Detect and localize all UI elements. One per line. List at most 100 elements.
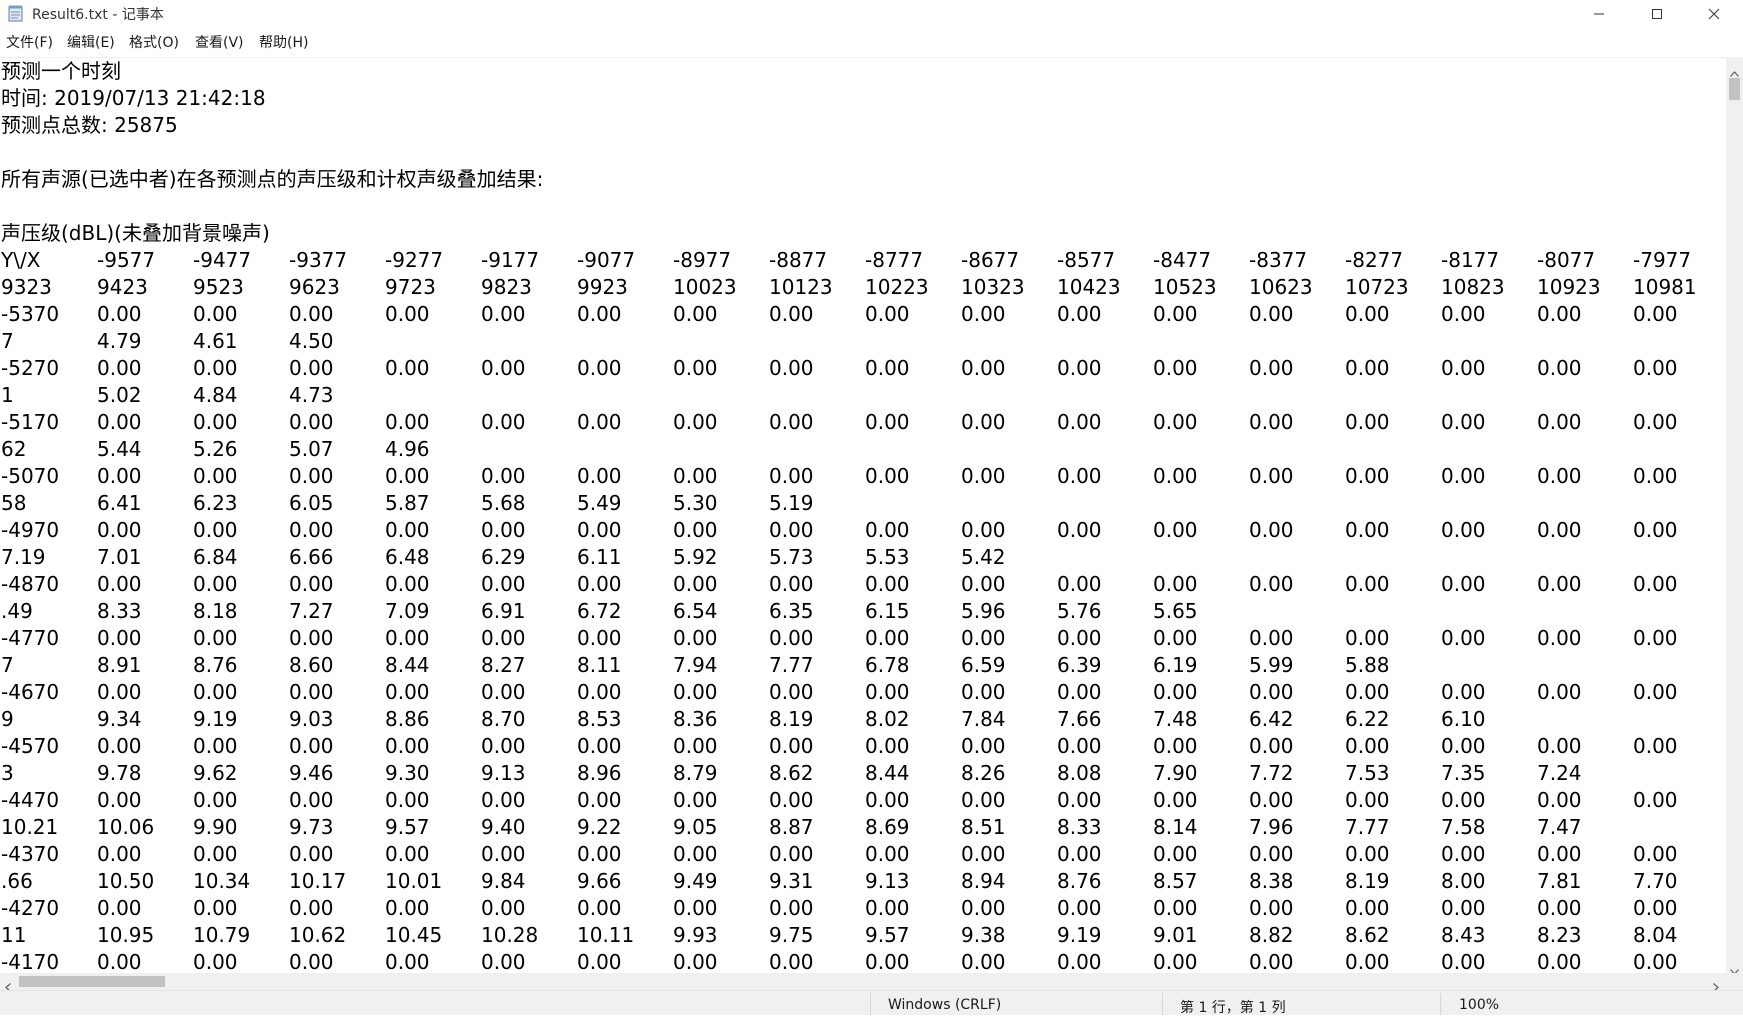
table-row: -4270 0.00 0.00 0.00 0.00 0.00 0.00 0.00 0.00 0.0… (0, 895, 1726, 922)
table-cell: 6.84 (193, 545, 238, 569)
table-cell: 0.00 (1537, 518, 1582, 542)
table-cell: 7.77 (1345, 815, 1390, 839)
table-cell: 0.00 (961, 734, 1006, 758)
close-button[interactable] (1685, 0, 1743, 28)
table-cell: 0.00 (769, 572, 814, 596)
table-cell: 8.27 (481, 653, 526, 677)
menu-edit[interactable]: 编辑(E) (67, 28, 115, 57)
menu-view[interactable]: 查看(V) (195, 28, 244, 57)
text-line: 预测点总数: 25875 (1, 113, 178, 137)
table-cell: 10423 (1057, 275, 1121, 299)
status-position: 第 1 行，第 1 列 (1180, 1000, 1286, 1016)
table-cell: 8.33 (1057, 815, 1102, 839)
table-cell: 0.00 (1249, 356, 1294, 380)
text-line: 时间: 2019/07/13 21:42:18 (1, 86, 266, 110)
table-cell: 0.00 (97, 410, 142, 434)
table-cell: 6.91 (481, 599, 526, 623)
table-row: -5170 0.00 0.00 0.00 0.00 0.00 0.00 0.00 0.00 0.0… (0, 409, 1726, 436)
table-cell: 0.00 (97, 734, 142, 758)
table-cell: 11 (1, 923, 27, 947)
notepad-icon (8, 5, 24, 22)
table-cell: .49 (1, 599, 33, 623)
table-cell: -8077 (1537, 248, 1596, 272)
table-cell: -4870 (1, 572, 60, 596)
table-cell: 0.00 (769, 896, 814, 920)
table-cell: 0.00 (865, 356, 910, 380)
table-cell: 10723 (1345, 275, 1409, 299)
table-cell: 7.96 (1249, 815, 1294, 839)
table-cell: 0.00 (385, 896, 430, 920)
vertical-scrollbar[interactable] (1726, 58, 1743, 975)
table-cell: 8.70 (481, 707, 526, 731)
table-cell: 0.00 (577, 734, 622, 758)
window-title: Result6.txt - 记事本 (32, 7, 164, 23)
table-cell: 0.00 (481, 734, 526, 758)
table-cell: 0.00 (289, 410, 334, 434)
table-cell: 0.00 (1249, 572, 1294, 596)
table-cell: 0.00 (1153, 680, 1198, 704)
table-cell: 5.68 (481, 491, 526, 515)
table-cell: Y\/X (1, 248, 41, 272)
table-cell: 10523 (1153, 275, 1217, 299)
table-cell: 0.00 (1057, 572, 1102, 596)
table-cell: 8.82 (1249, 923, 1294, 947)
table-row: .66 10.50 10.34 10.17 10.01 9.84 9.66 9.49 9.31 9… (0, 868, 1726, 895)
table-cell: 0.00 (673, 356, 718, 380)
minimize-icon (1593, 5, 1605, 24)
table-cell: 0.00 (1345, 464, 1390, 488)
table-cell: 0.00 (577, 626, 622, 650)
table-cell: 0.00 (385, 410, 430, 434)
table-cell: 10.79 (193, 923, 251, 947)
horizontal-scrollbar[interactable] (0, 973, 1726, 992)
maximize-button[interactable] (1628, 0, 1686, 28)
table-cell: 0.00 (97, 950, 142, 973)
table-cell: 0.00 (673, 788, 718, 812)
table-cell: 10923 (1537, 275, 1601, 299)
table-cell: 0.00 (1153, 302, 1198, 326)
table-cell: 0.00 (193, 302, 238, 326)
table-cell: 9.46 (289, 761, 334, 785)
menu-help[interactable]: 帮助(H) (259, 28, 308, 57)
table-cell: 9.34 (97, 707, 142, 731)
table-cell: 0.00 (577, 680, 622, 704)
table-cell: 0.00 (1153, 410, 1198, 434)
table-cell: 9.13 (865, 869, 910, 893)
vertical-scroll-thumb[interactable] (1729, 78, 1740, 100)
table-cell: 8.08 (1057, 761, 1102, 785)
table-cell: 10623 (1249, 275, 1313, 299)
table-cell: 0.00 (1537, 950, 1582, 973)
table-cell: 10.45 (385, 923, 443, 947)
minimize-button[interactable] (1570, 0, 1628, 28)
table-cell: 0.00 (385, 788, 430, 812)
status-zoom: 100% (1459, 997, 1500, 1013)
table-row: -5270 0.00 0.00 0.00 0.00 0.00 0.00 0.00 0.00 0.0… (0, 355, 1726, 382)
table-cell: 0.00 (1153, 842, 1198, 866)
table-cell: 0.00 (769, 734, 814, 758)
table-cell: 0.00 (769, 680, 814, 704)
maximize-icon (1651, 5, 1663, 24)
table-cell: 6.78 (865, 653, 910, 677)
table-cell: 0.00 (1441, 626, 1486, 650)
table-cell: 0.00 (673, 734, 718, 758)
menu-file[interactable]: 文件(F) (6, 28, 53, 57)
table-cell: 0.00 (1633, 518, 1678, 542)
table-cell: 7.24 (1537, 761, 1582, 785)
table-cell: 8.43 (1441, 923, 1486, 947)
menu-format[interactable]: 格式(O) (129, 28, 179, 57)
table-cell: 7.90 (1153, 761, 1198, 785)
table-cell: 0.00 (769, 950, 814, 973)
table-cell: 6.11 (577, 545, 622, 569)
text-editor[interactable]: 预测一个时刻 时间: 2019/07/13 21:42:18 预测点总数: 25… (0, 58, 1726, 973)
table-cell: 9523 (193, 275, 244, 299)
menu-bar: 文件(F) 编辑(E) 格式(O) 查看(V) 帮助(H) (0, 28, 1743, 58)
table-cell: 0.00 (961, 356, 1006, 380)
table-cell: 9.84 (481, 869, 526, 893)
table-row: 62 5.44 5.26 5.07 4.96 (0, 436, 1726, 463)
table-cell: 9.01 (1153, 923, 1198, 947)
table-row: -4670 0.00 0.00 0.00 0.00 0.00 0.00 0.00 0.00 0.0… (0, 679, 1726, 706)
table-cell: 10023 (673, 275, 737, 299)
table-cell: 0.00 (97, 518, 142, 542)
table-row: 1 5.02 4.84 4.73 (0, 382, 1726, 409)
horizontal-scroll-thumb[interactable] (19, 976, 165, 987)
table-cell: 0.00 (577, 788, 622, 812)
